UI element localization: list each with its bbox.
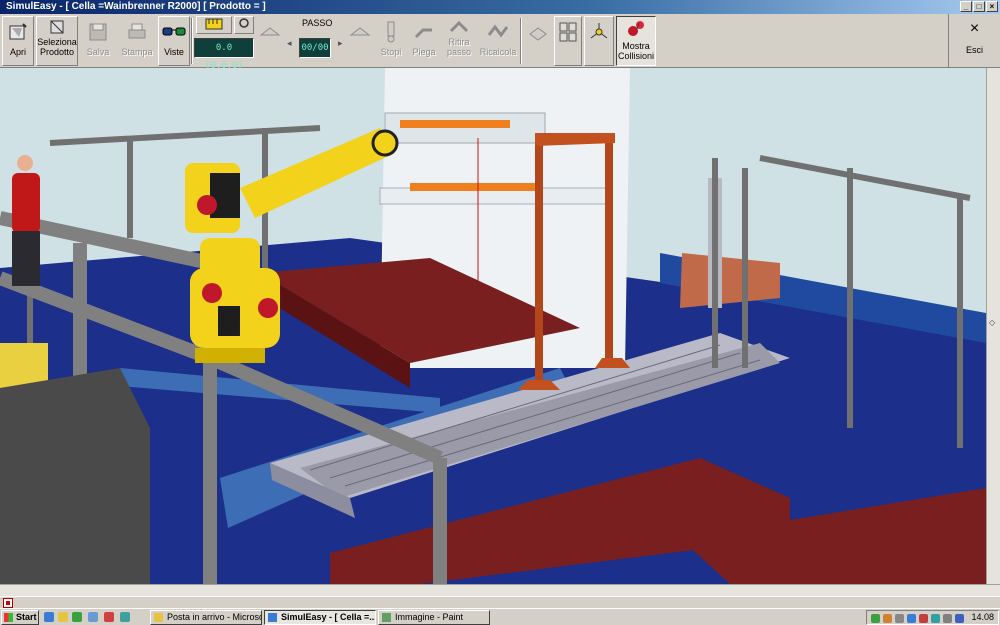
simuleasy-window: SimulEasy - [ Cella =Wainbrenner R2000] … [0, 0, 1000, 625]
salva-label: Salva [86, 47, 110, 57]
layout-button[interactable] [554, 16, 582, 66]
tray-icon-6[interactable] [931, 614, 940, 623]
horizontal-scrollbar[interactable] [0, 584, 1000, 596]
tray-icon-4[interactable] [907, 614, 916, 623]
gripper-icon [377, 17, 405, 47]
ruler-icon [205, 18, 223, 30]
retract-step-icon [443, 17, 475, 37]
task-paint[interactable]: Immagine - Paint [378, 610, 490, 625]
fold-shape-icon [257, 17, 283, 47]
3d-viewport[interactable] [0, 68, 986, 584]
start-button[interactable]: Start [1, 610, 39, 625]
maximize-button[interactable]: □ [973, 1, 985, 12]
bend-icon [409, 17, 439, 47]
simuleasy-icon [268, 613, 277, 622]
collision-icon [617, 17, 655, 41]
clock: 14.08 [971, 612, 994, 622]
tray-icon-2[interactable] [883, 614, 892, 623]
apri-label: Apri [9, 47, 26, 57]
fold-shape-icon-2 [347, 17, 373, 47]
ritira-passo-label: Ritira passo [446, 37, 472, 57]
esci-label: Esci [965, 45, 983, 55]
viste-label: Viste [164, 47, 184, 57]
reset-counter-button[interactable] [234, 16, 254, 34]
ie-icon[interactable] [44, 612, 54, 622]
viste-button[interactable]: Viste [158, 16, 190, 66]
quick-launch-icon[interactable] [120, 612, 130, 622]
recalculate-icon [479, 17, 517, 47]
explorer-icon[interactable] [88, 612, 98, 622]
mostra-collisioni-button[interactable]: Mostra Collisioni [616, 16, 656, 66]
robot-cell-scene [0, 68, 986, 584]
piega-button[interactable]: Piega [408, 16, 440, 66]
passo-label: PASSO [302, 18, 333, 28]
mostra-collisioni-label: Mostra Collisioni [617, 41, 654, 61]
esci-button[interactable]: × Esci [948, 14, 1000, 68]
mail-icon [154, 613, 163, 622]
status-bar [0, 596, 1000, 608]
task-simuleasy[interactable]: SimulEasy - [ Cella =... [264, 610, 376, 625]
printer-icon [119, 17, 155, 47]
minimize-button[interactable]: _ [960, 1, 972, 12]
sheet-icon [525, 17, 551, 47]
axis-icon [585, 17, 613, 47]
save-disk-icon [81, 17, 115, 47]
network-icon[interactable] [955, 614, 964, 623]
counter-display: 0.0 (0.0.0) [194, 38, 254, 71]
close-x-icon: × [969, 20, 980, 37]
sheet-button[interactable] [524, 16, 552, 66]
task-posta[interactable]: Posta in arrivo - Microsof... [150, 610, 262, 625]
passo-display: 00/00 [299, 38, 331, 58]
task-posta-label: Posta in arrivo - Microsof... [167, 612, 261, 622]
reset-icon [239, 18, 249, 28]
system-tray: 14.08 [866, 610, 999, 625]
layout-grid-icon [555, 17, 581, 47]
apri-button[interactable]: Apri [2, 16, 34, 66]
ricalcola-label: Ricalcola [479, 47, 517, 57]
prev-fold-button[interactable] [256, 16, 284, 66]
volume-icon[interactable] [943, 614, 952, 623]
seleziona-prodotto-label: Seleziona Prodotto [37, 37, 77, 57]
ricalcola-button[interactable]: Ricalcola [478, 16, 518, 66]
window-title: SimulEasy - [ Cella =Wainbrenner R2000] … [6, 1, 266, 12]
paint-icon [382, 613, 391, 622]
tray-icon-1[interactable] [871, 614, 880, 623]
app-icon[interactable] [104, 612, 114, 622]
main-toolbar: Apri Seleziona Prodotto Salva Stampa Vis… [0, 14, 1000, 71]
taskbar: Start Posta in arrivo - Microsof... Simu… [0, 608, 1000, 625]
next-fold-button[interactable] [346, 16, 374, 66]
stampa-button[interactable]: Stampa [118, 16, 156, 66]
glasses-icon [159, 17, 189, 47]
scroll-handle-icon[interactable]: ◇ [989, 318, 998, 330]
step-forward-icon[interactable]: ▸ [338, 38, 343, 49]
stopi-label: Stopi [380, 47, 402, 57]
step-back-icon[interactable]: ◂ [287, 38, 292, 49]
vertical-scrollbar[interactable]: ◇ [986, 68, 1000, 584]
ritira-passo-button[interactable]: Ritira passo [442, 16, 476, 66]
open-folder-icon [3, 17, 33, 47]
select-product-icon [37, 17, 77, 37]
stopi-button[interactable]: Stopi [376, 16, 406, 66]
tray-icon-5[interactable] [919, 614, 928, 623]
tray-icon-3[interactable] [895, 614, 904, 623]
stop-indicator-icon[interactable] [3, 598, 13, 608]
salva-button[interactable]: Salva [80, 16, 116, 66]
title-bar: SimulEasy - [ Cella =Wainbrenner R2000] … [0, 0, 1000, 14]
stampa-label: Stampa [121, 47, 153, 57]
tool-mode-button[interactable] [196, 16, 232, 34]
piega-label: Piega [412, 47, 436, 57]
axis-button[interactable] [584, 16, 614, 66]
task-simuleasy-label: SimulEasy - [ Cella =... [281, 612, 376, 622]
close-button[interactable]: × [986, 1, 998, 12]
task-paint-label: Immagine - Paint [395, 612, 464, 622]
outlook-icon[interactable] [58, 612, 68, 622]
desktop-icon[interactable] [72, 612, 82, 622]
seleziona-prodotto-button[interactable]: Seleziona Prodotto [36, 16, 78, 66]
